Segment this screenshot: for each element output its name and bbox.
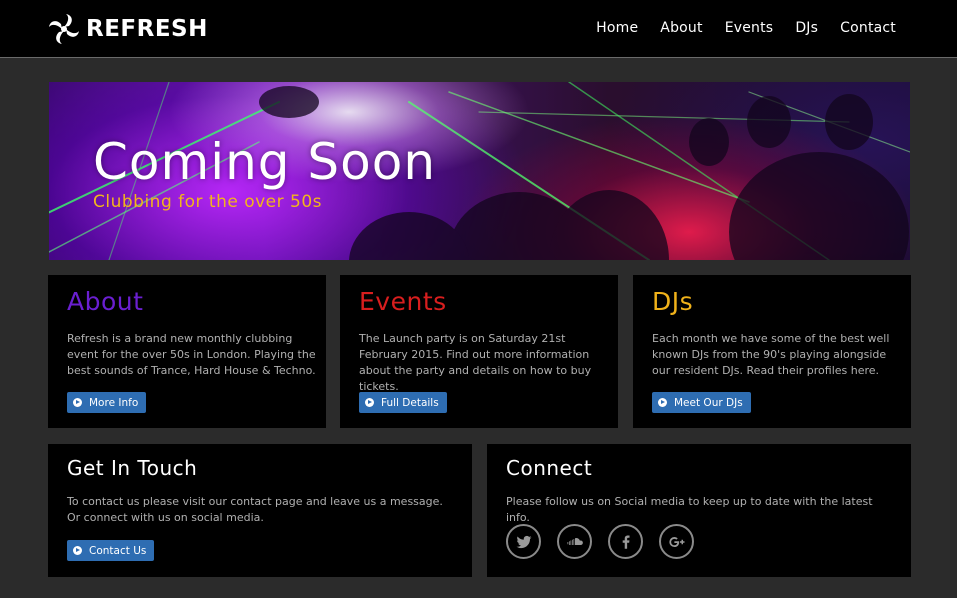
djs-card: DJs Each month we have some of the best … xyxy=(633,275,911,428)
main-nav: Home About Events DJs Contact xyxy=(596,20,896,36)
connect-text: Please follow us on Social media to keep… xyxy=(506,495,873,524)
events-text: The Launch party is on Saturday 21st Feb… xyxy=(359,332,592,393)
arrow-circle-icon xyxy=(365,398,374,407)
site-header: REFRESH Home About Events DJs Contact xyxy=(0,0,957,58)
contact-us-label: Contact Us xyxy=(89,544,147,557)
contact-text: To contact us please visit our contact p… xyxy=(67,495,443,524)
hero-subtitle: Clubbing for the over 50s xyxy=(93,192,323,212)
meet-our-djs-button[interactable]: Meet Our DJs xyxy=(652,392,751,413)
brand-name: REFRESH xyxy=(86,16,208,42)
arrow-circle-icon xyxy=(73,546,82,555)
about-card: About Refresh is a brand new monthly clu… xyxy=(48,275,326,428)
about-text: Refresh is a brand new monthly clubbing … xyxy=(67,332,316,377)
logo-icon xyxy=(49,14,79,44)
hero-banner: Coming Soon Clubbing for the over 50s xyxy=(49,82,910,260)
nav-about[interactable]: About xyxy=(660,20,702,36)
soundcloud-link[interactable] xyxy=(557,524,592,559)
arrow-circle-icon xyxy=(658,398,667,407)
nav-events[interactable]: Events xyxy=(725,20,774,36)
events-heading: Events xyxy=(359,287,447,316)
twitter-link[interactable] xyxy=(506,524,541,559)
contact-us-button[interactable]: Contact Us xyxy=(67,540,155,561)
facebook-icon xyxy=(622,534,630,549)
contact-card: Get In Touch To contact us please visit … xyxy=(48,444,472,577)
soundcloud-icon xyxy=(567,537,583,545)
djs-text: Each month we have some of the best well… xyxy=(652,332,890,377)
twitter-icon xyxy=(516,535,531,548)
about-heading: About xyxy=(67,287,144,316)
brand-logo[interactable]: REFRESH xyxy=(48,12,208,46)
full-details-button[interactable]: Full Details xyxy=(359,392,447,413)
meet-our-djs-label: Meet Our DJs xyxy=(674,396,743,409)
google-plus-icon xyxy=(668,536,684,547)
events-card: Events The Launch party is on Saturday 2… xyxy=(340,275,618,428)
nav-djs[interactable]: DJs xyxy=(795,20,818,36)
contact-heading: Get In Touch xyxy=(67,456,198,480)
social-links xyxy=(506,524,694,559)
nav-contact[interactable]: Contact xyxy=(840,20,896,36)
hero-title: Coming Soon xyxy=(93,133,437,191)
full-details-label: Full Details xyxy=(381,396,439,409)
djs-heading: DJs xyxy=(652,287,694,316)
connect-heading: Connect xyxy=(506,456,593,480)
connect-card: Connect Please follow us on Social media… xyxy=(487,444,911,577)
more-info-button[interactable]: More Info xyxy=(67,392,147,413)
more-info-label: More Info xyxy=(89,396,139,409)
nav-home[interactable]: Home xyxy=(596,20,638,36)
google-plus-link[interactable] xyxy=(659,524,694,559)
facebook-link[interactable] xyxy=(608,524,643,559)
arrow-circle-icon xyxy=(73,398,82,407)
